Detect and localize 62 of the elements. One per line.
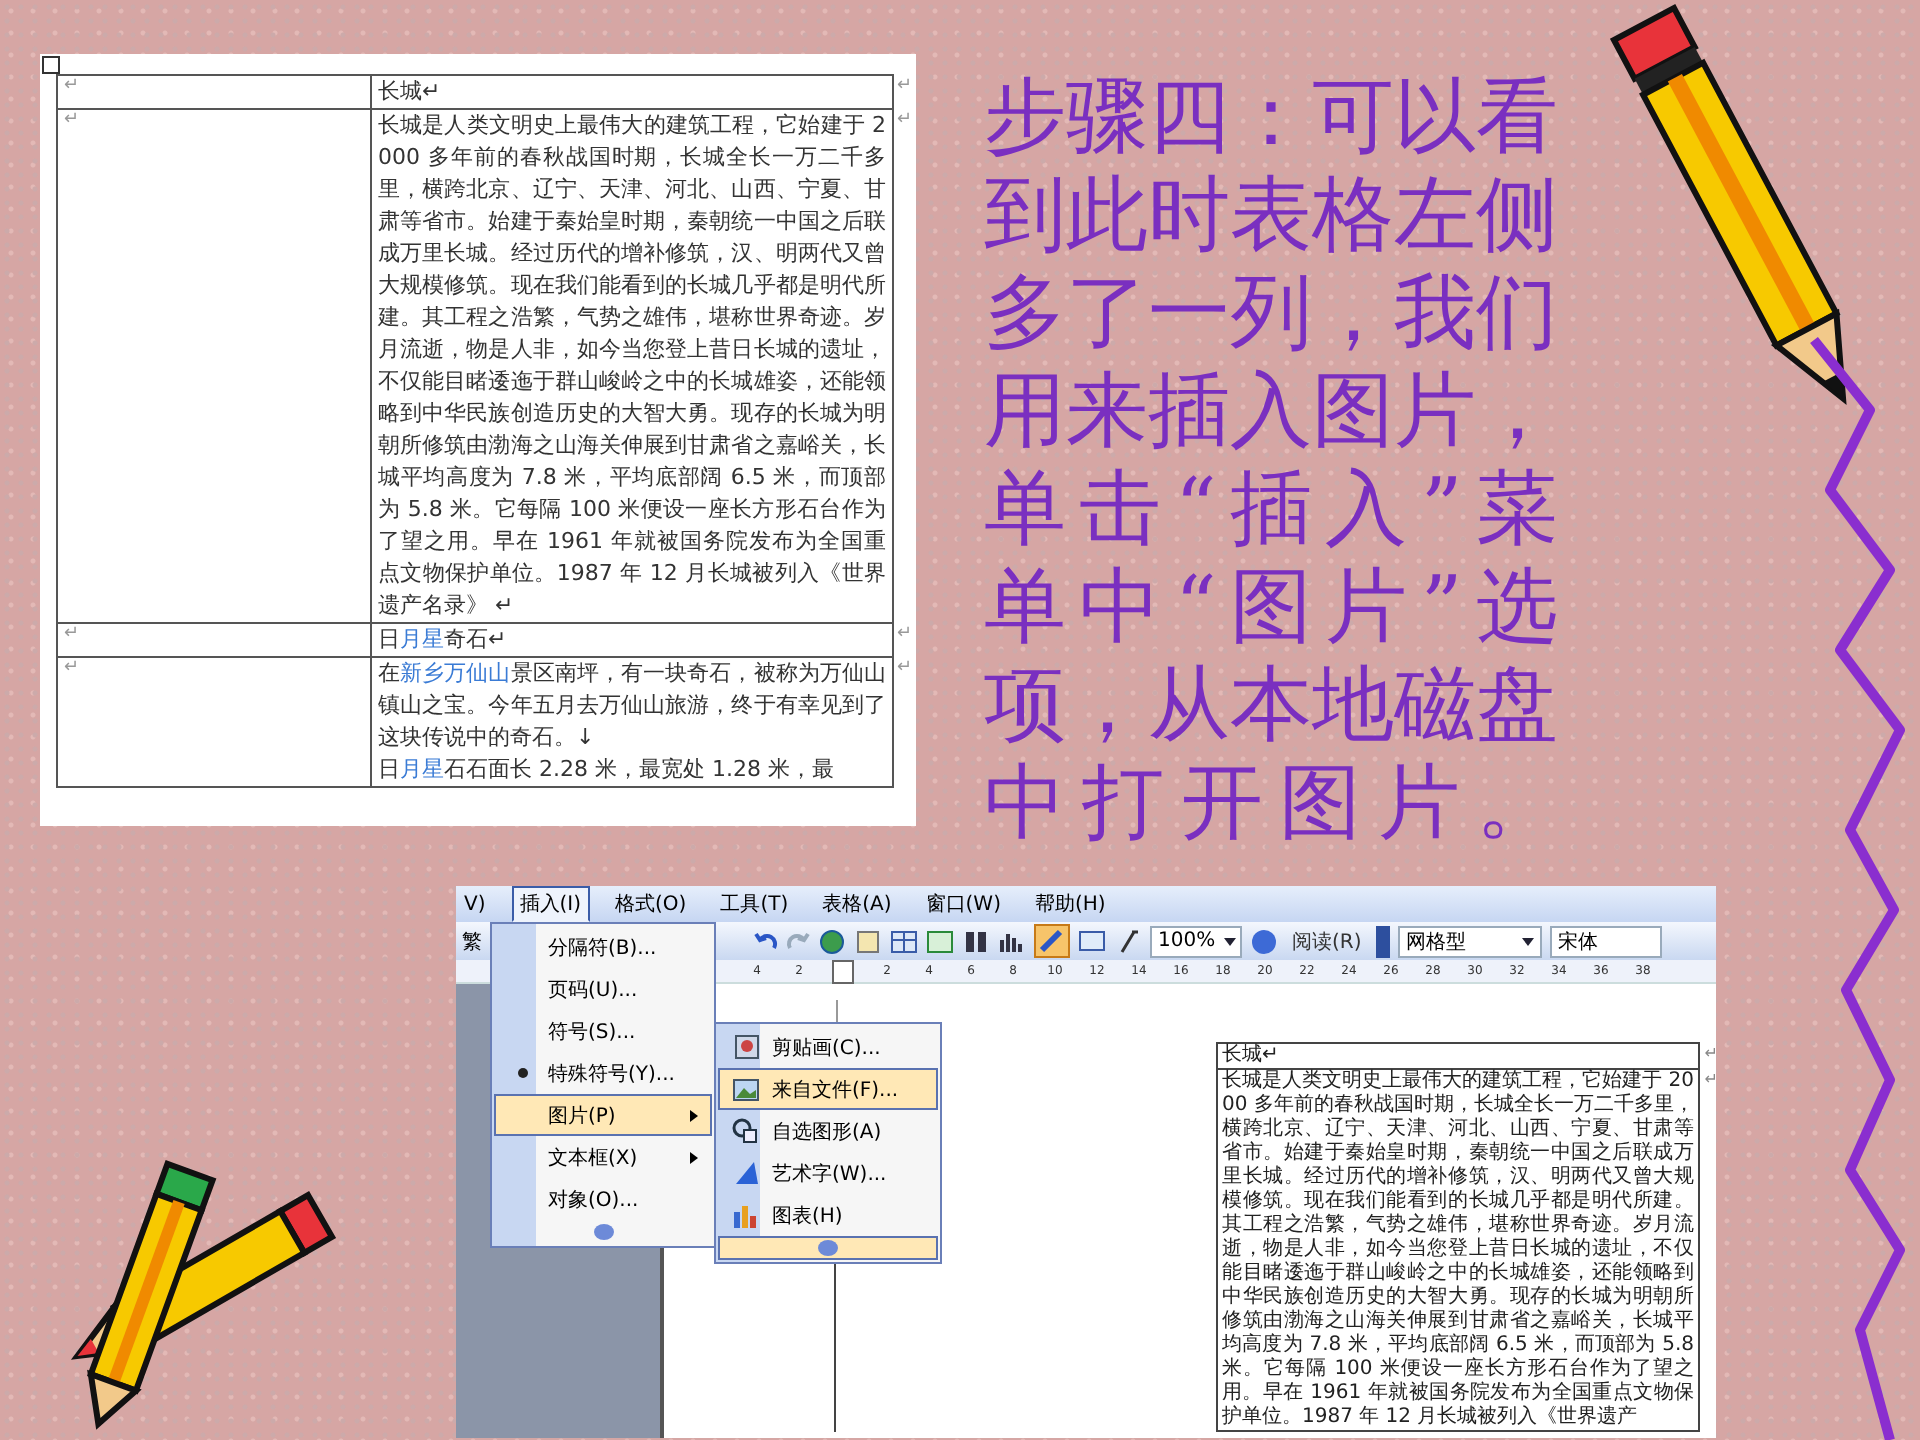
chart-icon <box>732 1203 760 1227</box>
toolbar-button[interactable]: 繁 <box>462 927 482 955</box>
clipart-icon <box>733 1034 759 1060</box>
menu-item[interactable]: 文本框(X) <box>494 1136 712 1178</box>
toolbar-options-icon[interactable] <box>1375 925 1390 957</box>
font-dropdown[interactable]: 宋体 <box>1549 925 1662 957</box>
table-cell-text: 在新乡万仙山景区南坪，有一块奇石，被称为万仙山镇山之宝。今年五月去万仙山旅游，终于有幸见到了这块传说中的奇石。↓ <box>378 658 886 754</box>
table-cell-text: 长城是人类文明史上最伟大的建筑工程，它始建于 2000 多年前的春秋战国时期，长城全长一万二千多里，横跨北京、辽宁、天津、河北、山西、宁夏、甘肃等省市。始建于秦始皇时期，秦朝统一中国之后联成万里长城。经过历代的增补修筑，汉、明两代又曾大规模修筑。现在我们能看到的长城几乎都是明代所建。其工程之浩繁，气势之雄伟，堪称世界奇迹。岁月流逝，物是人非，如今当您登上昔日长城的遗址，不仅能目睹逶迤于群山峻岭之中的长城雄姿，还能领略到中华民族创造历史的大智大勇。现存的长城为明朝所修筑由渤海之山海关伸展到甘肃省之嘉峪关，长城平均高度为 7.8 米，平均底部阔 6.5 米，而顶部为 5.8 米。它每隔 100 米便设一座长方形石台作为了望之用。早在 1961 年就被国务院发布为全国重点文物保护单位。1987 年 12 月长城被列入《世界遗产名录》 ↵ <box>378 110 886 622</box>
submenu-arrow-icon <box>690 1151 698 1163</box>
menu-item[interactable]: 对象(O)... <box>494 1178 712 1220</box>
indent-marker-icon[interactable] <box>832 959 854 983</box>
row-end-mark: ↵ <box>1704 1070 1716 1088</box>
menu-item[interactable]: 分隔符(B)... <box>494 926 712 968</box>
menu-item[interactable]: 自选图形(A) <box>718 1110 938 1152</box>
table-cell-text: 日 月星奇石↵ <box>378 624 509 656</box>
undo-icon[interactable] <box>754 929 778 953</box>
table-move-handle-icon <box>42 56 60 74</box>
submenu-arrow-icon <box>690 1109 698 1121</box>
menu-item[interactable]: 符号(S)... <box>494 1010 712 1052</box>
menu-item[interactable]: 插入(I) <box>511 886 590 922</box>
zoom-dropdown[interactable]: 100% <box>1150 925 1242 957</box>
menu-item[interactable]: 来自文件(F)... <box>718 1068 938 1110</box>
drawing-icon[interactable] <box>1034 924 1070 958</box>
shapes-icon <box>732 1118 760 1144</box>
menu-item[interactable]: 格式(O) <box>607 886 695 922</box>
bullet-icon <box>517 1068 527 1078</box>
cell-end-mark: ↵ <box>64 110 80 130</box>
picture-icon <box>732 1077 760 1101</box>
menu-item[interactable]: 剪贴画(C)... <box>718 1026 938 1068</box>
menu-item[interactable]: 特殊符号(Y)... <box>494 1052 712 1094</box>
cell-end-mark: ↵ <box>64 624 80 644</box>
menu-item[interactable]: 图片(P) <box>494 1094 712 1136</box>
row-end-mark: ↵ <box>896 76 912 96</box>
cell-end-mark: ↵ <box>64 658 80 678</box>
spreadsheet-icon[interactable] <box>926 927 954 955</box>
read-button[interactable]: 阅读(R) <box>1286 927 1368 955</box>
menu-item[interactable]: 帮助(H) <box>1026 886 1114 922</box>
row-end-mark: ↵ <box>896 658 912 678</box>
columns-icon[interactable] <box>962 927 990 955</box>
table-icon[interactable] <box>890 927 918 955</box>
document-map-icon[interactable] <box>1078 927 1106 955</box>
menu-item[interactable]: 表格(A) <box>814 886 900 922</box>
expand-menu-button[interactable] <box>718 1236 938 1260</box>
wordart-icon <box>733 1160 759 1186</box>
row-end-mark: ↵ <box>896 624 912 644</box>
dropdown-arrow-icon <box>1223 937 1236 945</box>
table-cell-text: 长城是人类文明史上最伟大的建筑工程，它始建于 2000 多年前的春秋战国时期，长城全长一万二千多里，横跨北京、辽宁、天津、河北、山西、宁夏、甘肃等省市。始建于秦始皇时期，秦朝统一中国之后联成万里长城。经过历代的增补修筑，汉、明两代又曾大规模修筑。现在我们能看到的长城几乎都是明代所建。其工程之浩繁，气势之雄伟，堪称世界奇迹。岁月流逝，物是人非，如今当您登上昔日长城的遗址，不仅能目睹逶迤于群山峻岭之中的长城雄姿，还能领略到中华民族创造历史的大智大勇。现存的长城为明朝所修筑由渤海之山海关伸展到甘肃省之嘉峪关，长城平均高度为 7.8 米，平均底部阔 6.5 米，而顶部为 5.8 米。它每隔 100 米便设一座长方形石台作为了望之用。早在 1961 年就被国务院发布为全国重点文物保护单位。1987 年 12 月长城被列入《世界遗产 <box>1222 1070 1694 1430</box>
menu-item[interactable]: 艺术字(W)... <box>718 1152 938 1194</box>
step-instruction-text: 步骤四：可以看到此时表格左侧多了一列，我们用来插入图片，单击“插入”菜单中“图片”选项，从本地磁盘中打开图片。 <box>984 68 1558 852</box>
table-cell-text: 日 月星石石面长 2.28 米，最宽处 1.28 米，最 <box>378 754 836 786</box>
style-dropdown[interactable]: 网格型 <box>1397 925 1542 957</box>
menu-item[interactable]: 图表(H) <box>718 1194 938 1236</box>
menu-item[interactable]: V) <box>456 889 494 919</box>
table-cell-text: 长城↵ <box>378 76 443 108</box>
table-cell-text: 长城↵ <box>1222 1044 1281 1068</box>
row-end-mark: ↵ <box>896 110 912 130</box>
row-end-mark: ↵ <box>1704 1044 1716 1062</box>
menu-item[interactable]: 页码(U)... <box>494 968 712 1010</box>
menu-item[interactable]: 工具(T) <box>712 886 797 922</box>
cell-end-mark: ↵ <box>64 76 80 96</box>
menu-item[interactable]: 窗口(W) <box>917 886 1009 922</box>
dropdown-arrow-icon <box>1521 937 1534 945</box>
